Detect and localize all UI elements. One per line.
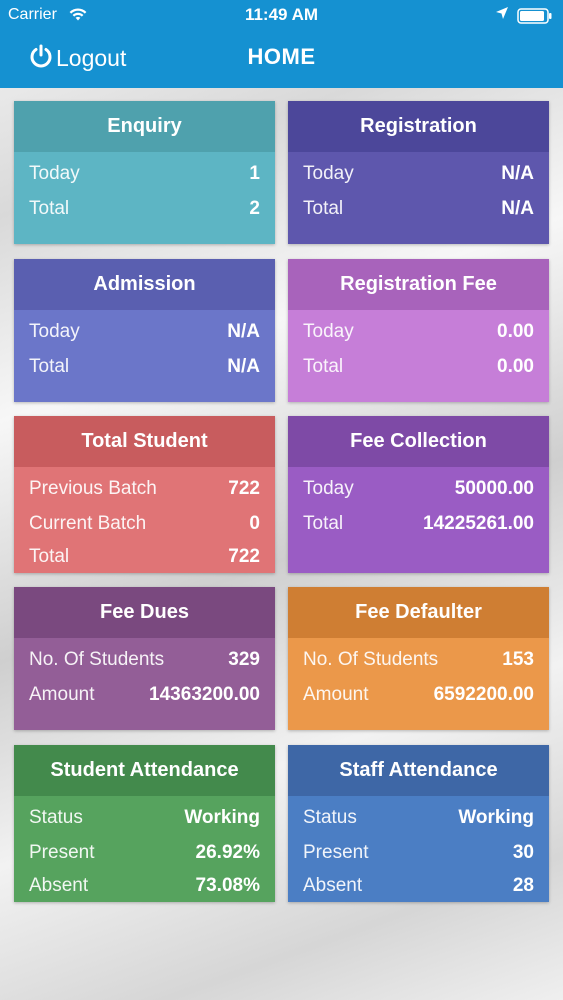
row-label: Current Batch: [29, 512, 147, 534]
card-row: Total 14225261.00: [288, 506, 549, 541]
card-title: Fee Defaulter: [288, 587, 549, 638]
row-value: 722: [228, 477, 260, 499]
row-label: No. Of Students: [303, 648, 439, 670]
card-row: Total 0.00: [288, 349, 549, 384]
card-title: Registration: [288, 101, 549, 152]
card-row: Today 1: [14, 156, 275, 191]
card-row: Today N/A: [14, 314, 275, 349]
row-value: 2: [249, 197, 260, 219]
row-label: Present: [303, 841, 369, 863]
row-value: 14225261.00: [423, 512, 534, 534]
row-value: N/A: [227, 355, 260, 377]
row-value: 1: [249, 162, 260, 184]
card-row: Total 722: [14, 541, 275, 572]
row-value: 0.00: [497, 355, 534, 377]
row-value: 153: [502, 648, 534, 670]
staff-attendance-card[interactable]: Staff Attendance Status Working Present …: [288, 745, 549, 902]
row-label: No. Of Students: [29, 648, 165, 670]
row-value: N/A: [227, 320, 260, 342]
page-title: HOME: [247, 44, 316, 69]
card-row: Current Batch 0: [14, 506, 275, 541]
card-title: Fee Dues: [14, 587, 275, 638]
row-label: Absent: [303, 874, 363, 896]
row-label: Present: [29, 841, 95, 863]
row-value: 722: [228, 545, 260, 567]
card-row: Total N/A: [288, 191, 549, 226]
card-row: Status Working: [288, 800, 549, 835]
row-label: Total: [303, 197, 344, 219]
student-attendance-card[interactable]: Student Attendance Status Working Presen…: [14, 745, 275, 902]
row-value: Working: [184, 806, 260, 828]
card-row: Absent 28: [288, 870, 549, 901]
fee-defaulter-card[interactable]: Fee Defaulter No. Of Students 153 Amount…: [288, 587, 549, 730]
status-bar: Carrier 11:49 AM: [0, 0, 563, 30]
card-row: Amount 14363200.00: [14, 677, 275, 712]
row-label: Status: [303, 806, 357, 828]
card-title: Total Student: [14, 416, 275, 467]
row-label: Total: [303, 512, 344, 534]
card-row: No. Of Students 329: [14, 642, 275, 677]
row-value: 30: [512, 841, 534, 863]
card-title: Student Attendance: [14, 745, 275, 796]
battery-icon: [517, 8, 553, 29]
card-row: Today 50000.00: [288, 471, 549, 506]
row-label: Total: [29, 197, 70, 219]
row-value: N/A: [501, 197, 534, 219]
row-label: Total: [29, 545, 70, 567]
clock: 11:49 AM: [244, 5, 319, 24]
card-title: Enquiry: [14, 101, 275, 152]
card-title: Admission: [14, 259, 275, 310]
row-value: 28: [512, 874, 534, 896]
row-label: Today: [303, 320, 354, 342]
row-value: 50000.00: [454, 477, 534, 499]
row-label: Today: [303, 477, 354, 499]
row-label: Absent: [29, 874, 89, 896]
card-row: Previous Batch 722: [14, 471, 275, 506]
row-label: Amount: [29, 683, 95, 705]
nav-bar: Logout HOME: [0, 30, 563, 88]
row-value: 329: [228, 648, 260, 670]
card-title: Staff Attendance: [288, 745, 549, 796]
location-arrow-icon: [495, 6, 509, 25]
row-label: Today: [29, 162, 80, 184]
card-title: Fee Collection: [288, 416, 549, 467]
row-value: 26.92%: [195, 841, 260, 863]
row-label: Total: [29, 355, 70, 377]
row-value: Working: [458, 806, 534, 828]
row-value: 6592200.00: [433, 683, 534, 705]
row-label: Status: [29, 806, 83, 828]
row-label: Amount: [303, 683, 369, 705]
card-row: Amount 6592200.00: [288, 677, 549, 712]
card-row: No. Of Students 153: [288, 642, 549, 677]
row-value: 0.00: [497, 320, 534, 342]
card-row: Present 30: [288, 835, 549, 870]
card-row: Present 26.92%: [14, 835, 275, 870]
total-student-card[interactable]: Total Student Previous Batch 722 Current…: [14, 416, 275, 573]
fee-dues-card[interactable]: Fee Dues No. Of Students 329 Amount 1436…: [14, 587, 275, 730]
row-value: 73.08%: [195, 874, 260, 896]
row-label: Total: [303, 355, 344, 377]
card-row: Status Working: [14, 800, 275, 835]
admission-card[interactable]: Admission Today N/A Total N/A: [14, 259, 275, 402]
row-label: Today: [29, 320, 80, 342]
card-row: Total 2: [14, 191, 275, 226]
card-title: Registration Fee: [288, 259, 549, 310]
card-row: Today 0.00: [288, 314, 549, 349]
card-row: Total N/A: [14, 349, 275, 384]
row-value: N/A: [501, 162, 534, 184]
card-row: Absent 73.08%: [14, 870, 275, 901]
enquiry-card[interactable]: Enquiry Today 1 Total 2: [14, 101, 275, 244]
row-value: 0: [249, 512, 260, 534]
registration-card[interactable]: Registration Today N/A Total N/A: [288, 101, 549, 244]
card-row: Today N/A: [288, 156, 549, 191]
fee-collection-card[interactable]: Fee Collection Today 50000.00 Total 1422…: [288, 416, 549, 573]
registration-fee-card[interactable]: Registration Fee Today 0.00 Total 0.00: [288, 259, 549, 402]
row-value: 14363200.00: [149, 683, 260, 705]
row-label: Today: [303, 162, 354, 184]
row-label: Previous Batch: [29, 477, 157, 499]
